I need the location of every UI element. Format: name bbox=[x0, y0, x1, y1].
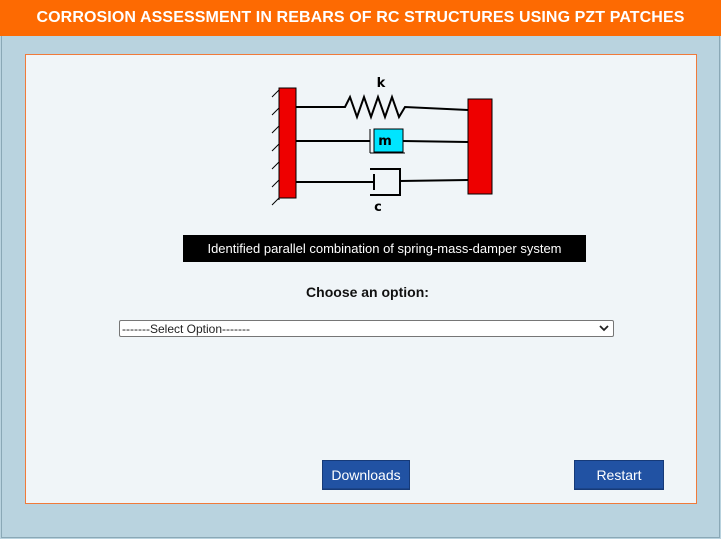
damper-label: c bbox=[374, 200, 382, 215]
page-title: CORROSION ASSESSMENT IN REBARS OF RC STR… bbox=[36, 9, 685, 26]
spring-label: k bbox=[377, 76, 386, 91]
option-select[interactable]: -------Select Option------- bbox=[119, 320, 614, 337]
spring bbox=[296, 93, 469, 121]
choose-option-label: Choose an option: bbox=[306, 284, 429, 300]
app-header: CORROSION ASSESSMENT IN REBARS OF RC STR… bbox=[0, 0, 721, 36]
mass-label: m bbox=[378, 134, 392, 149]
left-wall bbox=[278, 87, 297, 199]
fixed-support-hatch bbox=[271, 88, 280, 206]
restart-button[interactable]: Restart bbox=[574, 460, 664, 490]
right-wall bbox=[467, 98, 493, 195]
downloads-button[interactable]: Downloads bbox=[322, 460, 410, 490]
identified-system-caption: Identified parallel combination of sprin… bbox=[183, 235, 586, 262]
select-value: -------Select Option------- bbox=[122, 321, 250, 336]
chevron-down-icon bbox=[599, 325, 609, 332]
spring-mass-damper-diagram: k m c bbox=[271, 76, 493, 215]
